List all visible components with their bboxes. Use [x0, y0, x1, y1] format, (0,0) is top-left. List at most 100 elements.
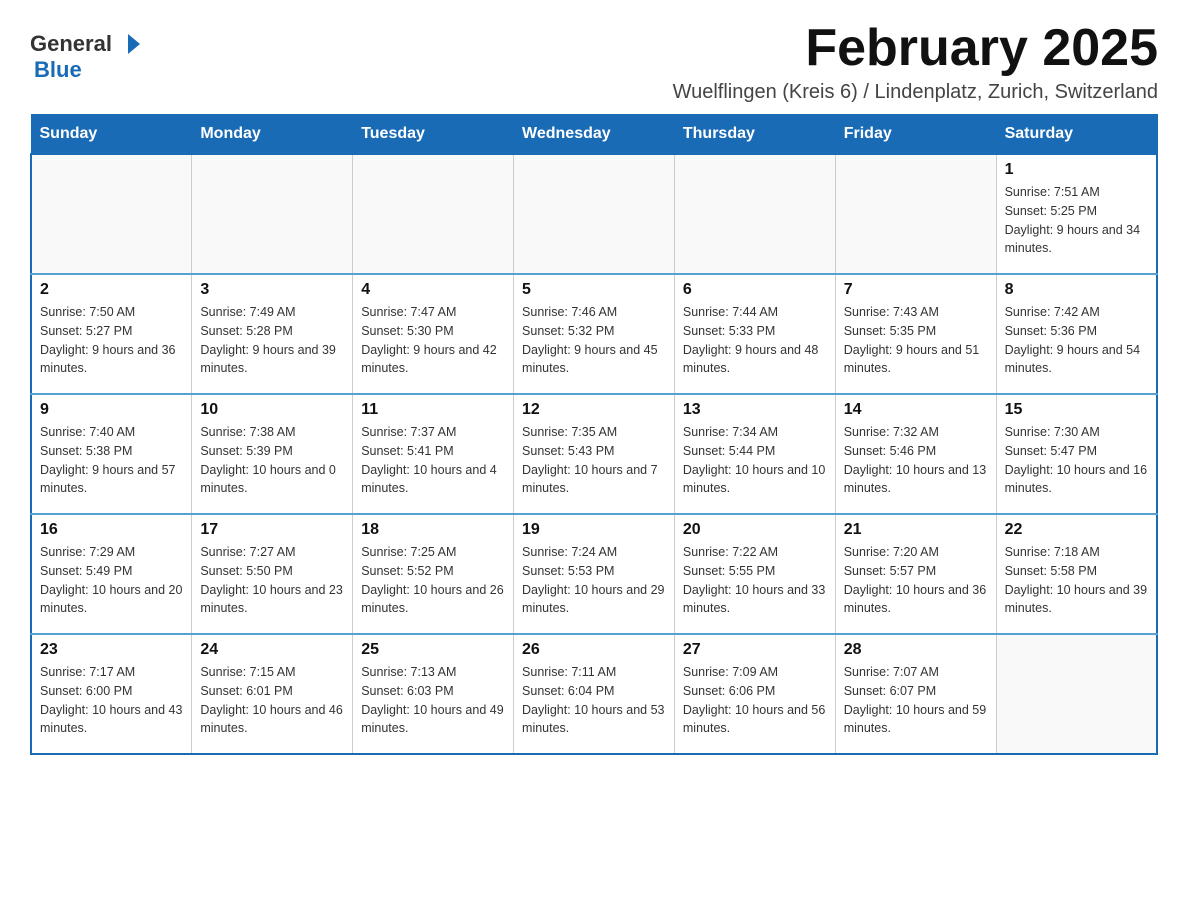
calendar-cell: 23 Sunrise: 7:17 AM Sunset: 6:00 PM Dayli…: [31, 634, 192, 754]
day-number: 1: [1005, 161, 1148, 179]
logo-general-text: General: [30, 32, 112, 56]
day-number: 12: [522, 401, 666, 419]
day-number: 22: [1005, 521, 1148, 539]
page-header: General Blue February 2025 Wuelflingen (…: [30, 20, 1158, 104]
calendar-week-row: 9 Sunrise: 7:40 AM Sunset: 5:38 PM Daylig…: [31, 394, 1157, 514]
weekday-header-row: SundayMondayTuesdayWednesdayThursdayFrid…: [31, 115, 1157, 155]
day-info: Sunrise: 7:42 AM Sunset: 5:36 PM Dayligh…: [1005, 303, 1148, 378]
day-info: Sunrise: 7:09 AM Sunset: 6:06 PM Dayligh…: [683, 663, 827, 738]
day-info: Sunrise: 7:49 AM Sunset: 5:28 PM Dayligh…: [200, 303, 344, 378]
weekday-header-wednesday: Wednesday: [514, 115, 675, 155]
day-info: Sunrise: 7:22 AM Sunset: 5:55 PM Dayligh…: [683, 543, 827, 618]
weekday-header-thursday: Thursday: [674, 115, 835, 155]
day-info: Sunrise: 7:46 AM Sunset: 5:32 PM Dayligh…: [522, 303, 666, 378]
calendar-cell: 20 Sunrise: 7:22 AM Sunset: 5:55 PM Dayli…: [674, 514, 835, 634]
day-info: Sunrise: 7:29 AM Sunset: 5:49 PM Dayligh…: [40, 543, 183, 618]
day-info: Sunrise: 7:20 AM Sunset: 5:57 PM Dayligh…: [844, 543, 988, 618]
day-info: Sunrise: 7:35 AM Sunset: 5:43 PM Dayligh…: [522, 423, 666, 498]
calendar-cell: [835, 154, 996, 274]
day-number: 19: [522, 521, 666, 539]
day-info: Sunrise: 7:25 AM Sunset: 5:52 PM Dayligh…: [361, 543, 505, 618]
calendar-cell: 14 Sunrise: 7:32 AM Sunset: 5:46 PM Dayli…: [835, 394, 996, 514]
day-info: Sunrise: 7:17 AM Sunset: 6:00 PM Dayligh…: [40, 663, 183, 738]
calendar-cell: 7 Sunrise: 7:43 AM Sunset: 5:35 PM Daylig…: [835, 274, 996, 394]
weekday-header-tuesday: Tuesday: [353, 115, 514, 155]
calendar-cell: 28 Sunrise: 7:07 AM Sunset: 6:07 PM Dayli…: [835, 634, 996, 754]
day-info: Sunrise: 7:44 AM Sunset: 5:33 PM Dayligh…: [683, 303, 827, 378]
day-number: 26: [522, 641, 666, 659]
day-number: 3: [200, 281, 344, 299]
day-info: Sunrise: 7:30 AM Sunset: 5:47 PM Dayligh…: [1005, 423, 1148, 498]
day-number: 15: [1005, 401, 1148, 419]
calendar-cell: 9 Sunrise: 7:40 AM Sunset: 5:38 PM Daylig…: [31, 394, 192, 514]
calendar-subtitle: Wuelflingen (Kreis 6) / Lindenplatz, Zur…: [673, 81, 1158, 104]
day-info: Sunrise: 7:15 AM Sunset: 6:01 PM Dayligh…: [200, 663, 344, 738]
day-info: Sunrise: 7:18 AM Sunset: 5:58 PM Dayligh…: [1005, 543, 1148, 618]
day-number: 9: [40, 401, 183, 419]
calendar-cell: 10 Sunrise: 7:38 AM Sunset: 5:39 PM Dayli…: [192, 394, 353, 514]
day-info: Sunrise: 7:50 AM Sunset: 5:27 PM Dayligh…: [40, 303, 183, 378]
day-info: Sunrise: 7:43 AM Sunset: 5:35 PM Dayligh…: [844, 303, 988, 378]
day-number: 13: [683, 401, 827, 419]
logo: General Blue: [30, 30, 142, 82]
calendar-cell: 15 Sunrise: 7:30 AM Sunset: 5:47 PM Dayli…: [996, 394, 1157, 514]
calendar-cell: 8 Sunrise: 7:42 AM Sunset: 5:36 PM Daylig…: [996, 274, 1157, 394]
day-info: Sunrise: 7:47 AM Sunset: 5:30 PM Dayligh…: [361, 303, 505, 378]
calendar-cell: 3 Sunrise: 7:49 AM Sunset: 5:28 PM Daylig…: [192, 274, 353, 394]
day-info: Sunrise: 7:11 AM Sunset: 6:04 PM Dayligh…: [522, 663, 666, 738]
calendar-cell: 1 Sunrise: 7:51 AM Sunset: 5:25 PM Daylig…: [996, 154, 1157, 274]
calendar-cell: 26 Sunrise: 7:11 AM Sunset: 6:04 PM Dayli…: [514, 634, 675, 754]
calendar-cell: 17 Sunrise: 7:27 AM Sunset: 5:50 PM Dayli…: [192, 514, 353, 634]
day-number: 27: [683, 641, 827, 659]
day-number: 11: [361, 401, 505, 419]
day-number: 10: [200, 401, 344, 419]
day-info: Sunrise: 7:13 AM Sunset: 6:03 PM Dayligh…: [361, 663, 505, 738]
calendar-cell: 25Sunrise: 7:13 AM Sunset: 6:03 PM Dayli…: [353, 634, 514, 754]
day-info: Sunrise: 7:38 AM Sunset: 5:39 PM Dayligh…: [200, 423, 344, 498]
day-number: 18: [361, 521, 505, 539]
day-number: 8: [1005, 281, 1148, 299]
weekday-header-saturday: Saturday: [996, 115, 1157, 155]
logo-blue-text: Blue: [34, 58, 82, 82]
calendar-cell: 22 Sunrise: 7:18 AM Sunset: 5:58 PM Dayli…: [996, 514, 1157, 634]
day-number: 28: [844, 641, 988, 659]
calendar-cell: [996, 634, 1157, 754]
title-area: February 2025 Wuelflingen (Kreis 6) / Li…: [673, 20, 1158, 104]
day-info: Sunrise: 7:07 AM Sunset: 6:07 PM Dayligh…: [844, 663, 988, 738]
weekday-header-sunday: Sunday: [31, 115, 192, 155]
calendar-cell: 11 Sunrise: 7:37 AM Sunset: 5:41 PM Dayli…: [353, 394, 514, 514]
calendar-cell: 6Sunrise: 7:44 AM Sunset: 5:33 PM Daylig…: [674, 274, 835, 394]
calendar-week-row: 16 Sunrise: 7:29 AM Sunset: 5:49 PM Dayli…: [31, 514, 1157, 634]
day-number: 17: [200, 521, 344, 539]
day-number: 5: [522, 281, 666, 299]
day-info: Sunrise: 7:37 AM Sunset: 5:41 PM Dayligh…: [361, 423, 505, 498]
day-info: Sunrise: 7:34 AM Sunset: 5:44 PM Dayligh…: [683, 423, 827, 498]
day-number: 2: [40, 281, 183, 299]
day-info: Sunrise: 7:27 AM Sunset: 5:50 PM Dayligh…: [200, 543, 344, 618]
calendar-cell: 16 Sunrise: 7:29 AM Sunset: 5:49 PM Dayli…: [31, 514, 192, 634]
day-number: 16: [40, 521, 183, 539]
calendar-cell: 4 Sunrise: 7:47 AM Sunset: 5:30 PM Daylig…: [353, 274, 514, 394]
calendar-cell: [514, 154, 675, 274]
weekday-header-monday: Monday: [192, 115, 353, 155]
calendar-cell: [192, 154, 353, 274]
day-info: Sunrise: 7:32 AM Sunset: 5:46 PM Dayligh…: [844, 423, 988, 498]
day-number: 14: [844, 401, 988, 419]
day-number: 21: [844, 521, 988, 539]
day-number: 23: [40, 641, 183, 659]
calendar-cell: 21 Sunrise: 7:20 AM Sunset: 5:57 PM Dayli…: [835, 514, 996, 634]
calendar-cell: 13 Sunrise: 7:34 AM Sunset: 5:44 PM Dayli…: [674, 394, 835, 514]
calendar-cell: 5 Sunrise: 7:46 AM Sunset: 5:32 PM Daylig…: [514, 274, 675, 394]
day-info: Sunrise: 7:24 AM Sunset: 5:53 PM Dayligh…: [522, 543, 666, 618]
calendar-cell: 18 Sunrise: 7:25 AM Sunset: 5:52 PM Dayli…: [353, 514, 514, 634]
day-number: 24: [200, 641, 344, 659]
day-number: 20: [683, 521, 827, 539]
day-number: 7: [844, 281, 988, 299]
calendar-cell: 2 Sunrise: 7:50 AM Sunset: 5:27 PM Daylig…: [31, 274, 192, 394]
calendar-cell: 19 Sunrise: 7:24 AM Sunset: 5:53 PM Dayli…: [514, 514, 675, 634]
day-number: 4: [361, 281, 505, 299]
calendar-cell: 27 Sunrise: 7:09 AM Sunset: 6:06 PM Dayli…: [674, 634, 835, 754]
day-info: Sunrise: 7:40 AM Sunset: 5:38 PM Dayligh…: [40, 423, 183, 498]
calendar-table: SundayMondayTuesdayWednesdayThursdayFrid…: [30, 114, 1158, 755]
day-info: Sunrise: 7:51 AM Sunset: 5:25 PM Dayligh…: [1005, 183, 1148, 258]
